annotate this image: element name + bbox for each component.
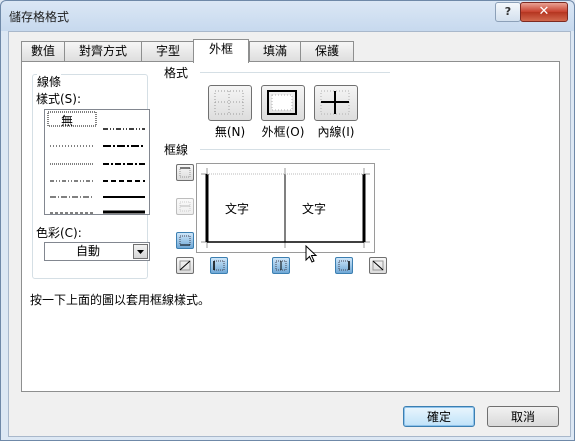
border-top-button[interactable] xyxy=(176,164,194,181)
border-preview[interactable]: 文字 文字 xyxy=(196,163,375,253)
line-none-option[interactable]: 無 xyxy=(61,112,73,129)
preset-inside-label: 內線(I) xyxy=(317,125,355,139)
help-button[interactable]: ? xyxy=(495,2,521,22)
dialog-window: 儲存格格式 ? ✕ 數值 對齊方式 字型 外框 填滿 保護 線條 樣式(S): xyxy=(0,0,575,441)
border-left-icon xyxy=(213,260,225,271)
diagonal-down-icon xyxy=(372,260,384,271)
border-tab-panel: 線條 樣式(S): 無 色彩(C): 自動 格式 無(N) 外框(O) 內線(I… xyxy=(21,61,560,392)
preset-none-button[interactable] xyxy=(208,85,252,121)
border-left-button[interactable] xyxy=(210,257,228,274)
ok-button[interactable]: 確定 xyxy=(403,406,475,427)
tab-number[interactable]: 數值 xyxy=(21,41,65,61)
line-style-list[interactable]: 無 xyxy=(44,109,150,215)
border-inside-vertical-icon xyxy=(275,260,287,271)
border-preview-drawing[interactable] xyxy=(197,164,374,252)
presets-divider xyxy=(200,72,390,73)
tab-font[interactable]: 字型 xyxy=(141,41,195,61)
preview-text-left: 文字 xyxy=(225,202,250,216)
border-right-icon xyxy=(338,260,350,271)
window-title: 儲存格格式 xyxy=(9,10,70,24)
preset-outline-button[interactable] xyxy=(261,85,305,121)
color-dropdown[interactable]: 自動 xyxy=(44,242,150,261)
preset-outline-icon xyxy=(267,90,297,115)
mouse-cursor-icon xyxy=(305,245,318,263)
close-button[interactable]: ✕ xyxy=(520,2,568,22)
border-inside-horizontal-icon xyxy=(179,201,191,212)
preset-outline-label: 外框(O) xyxy=(261,125,305,139)
preset-none-icon xyxy=(214,90,244,115)
chevron-down-icon[interactable] xyxy=(133,244,148,259)
line-group: 線條 樣式(S): 無 色彩(C): 自動 xyxy=(32,73,150,279)
preview-text-right: 文字 xyxy=(302,202,327,216)
tab-fill[interactable]: 填滿 xyxy=(249,41,301,61)
border-diagonal-up-button[interactable] xyxy=(176,257,194,274)
border-inside-vertical-button[interactable] xyxy=(272,257,290,274)
cancel-button[interactable]: 取消 xyxy=(487,406,559,427)
title-bar[interactable]: 儲存格格式 ? ✕ xyxy=(1,1,574,31)
border-divider xyxy=(200,149,390,150)
border-top-icon xyxy=(179,167,191,178)
dialog-body: 數值 對齊方式 字型 外框 填滿 保護 線條 樣式(S): 無 色彩(C): 自… xyxy=(8,31,571,437)
color-label: 色彩(C): xyxy=(36,226,82,240)
preset-none-label: 無(N) xyxy=(214,125,246,139)
tab-alignment[interactable]: 對齊方式 xyxy=(64,41,142,61)
border-title: 框線 xyxy=(164,143,189,157)
line-group-title: 線條 xyxy=(37,73,62,90)
border-diagonal-down-button[interactable] xyxy=(369,257,387,274)
style-label: 樣式(S): xyxy=(36,92,82,106)
diagonal-up-icon xyxy=(179,260,191,271)
preset-inside-button[interactable] xyxy=(314,85,358,121)
border-inside-horizontal-button[interactable] xyxy=(176,198,194,215)
border-bottom-icon xyxy=(179,235,191,246)
border-right-button[interactable] xyxy=(335,257,353,274)
border-bottom-button[interactable] xyxy=(176,232,194,249)
color-dropdown-value: 自動 xyxy=(75,244,100,258)
tab-border[interactable]: 外框 xyxy=(193,39,249,63)
tab-protection[interactable]: 保護 xyxy=(300,41,354,61)
presets-title: 格式 xyxy=(164,66,189,80)
hint-text: 按一下上面的圖以套用框線樣式。 xyxy=(30,293,211,307)
preset-inside-icon xyxy=(320,90,350,115)
